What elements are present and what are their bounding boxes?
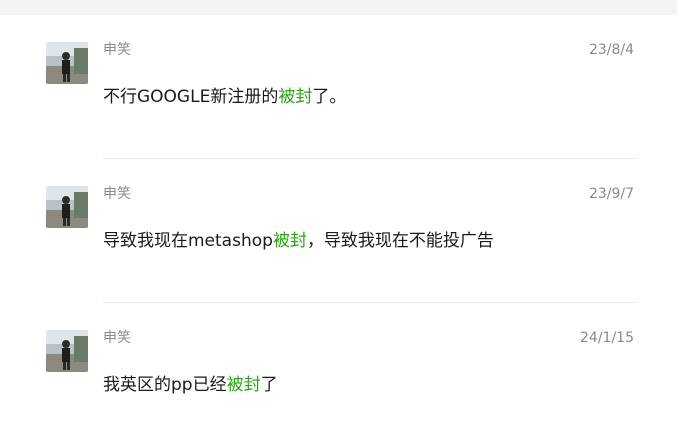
avatar-photo-icon <box>46 186 88 228</box>
list-item[interactable]: 申笑 23/8/4 不行GOOGLE新注册的被封了。 <box>0 15 677 159</box>
message-text-before: 不行GOOGLE新注册的 <box>103 87 279 107</box>
message-list: 申笑 23/8/4 不行GOOGLE新注册的被封了。 申笑 23/9/7 导致我… <box>0 15 677 447</box>
message-text-before: 我英区的pp已经 <box>103 375 227 395</box>
top-bar <box>0 0 677 15</box>
author-name: 申笑 <box>103 186 131 202</box>
list-item[interactable]: 申笑 23/9/7 导致我现在metashop被封，导致我现在不能投广告 <box>0 159 677 303</box>
message-date: 23/8/4 <box>588 42 634 58</box>
message-date: 24/1/15 <box>580 330 634 346</box>
author-name: 申笑 <box>103 330 131 346</box>
message-text: 不行GOOGLE新注册的被封了。 <box>103 85 346 109</box>
highlight-keyword: 被封 <box>226 375 261 395</box>
avatar[interactable] <box>46 330 88 372</box>
list-item[interactable]: 申笑 24/1/15 我英区的pp已经被封了 <box>0 303 677 447</box>
highlight-keyword: 被封 <box>278 87 313 107</box>
message-text-after: ，导致我现在不能投广告 <box>306 231 494 251</box>
message-text: 导致我现在metashop被封，导致我现在不能投广告 <box>103 229 494 253</box>
message-date: 23/9/7 <box>588 186 634 202</box>
author-name: 申笑 <box>103 42 131 58</box>
message-text: 我英区的pp已经被封了 <box>103 373 278 397</box>
avatar[interactable] <box>46 42 88 84</box>
message-text-after: 了 <box>260 375 278 395</box>
highlight-keyword: 被封 <box>272 231 307 251</box>
message-text-after: 了。 <box>312 87 347 107</box>
message-text-before: 导致我现在metashop <box>103 231 273 251</box>
avatar-photo-icon <box>46 330 88 372</box>
avatar[interactable] <box>46 186 88 228</box>
avatar-photo-icon <box>46 42 88 84</box>
